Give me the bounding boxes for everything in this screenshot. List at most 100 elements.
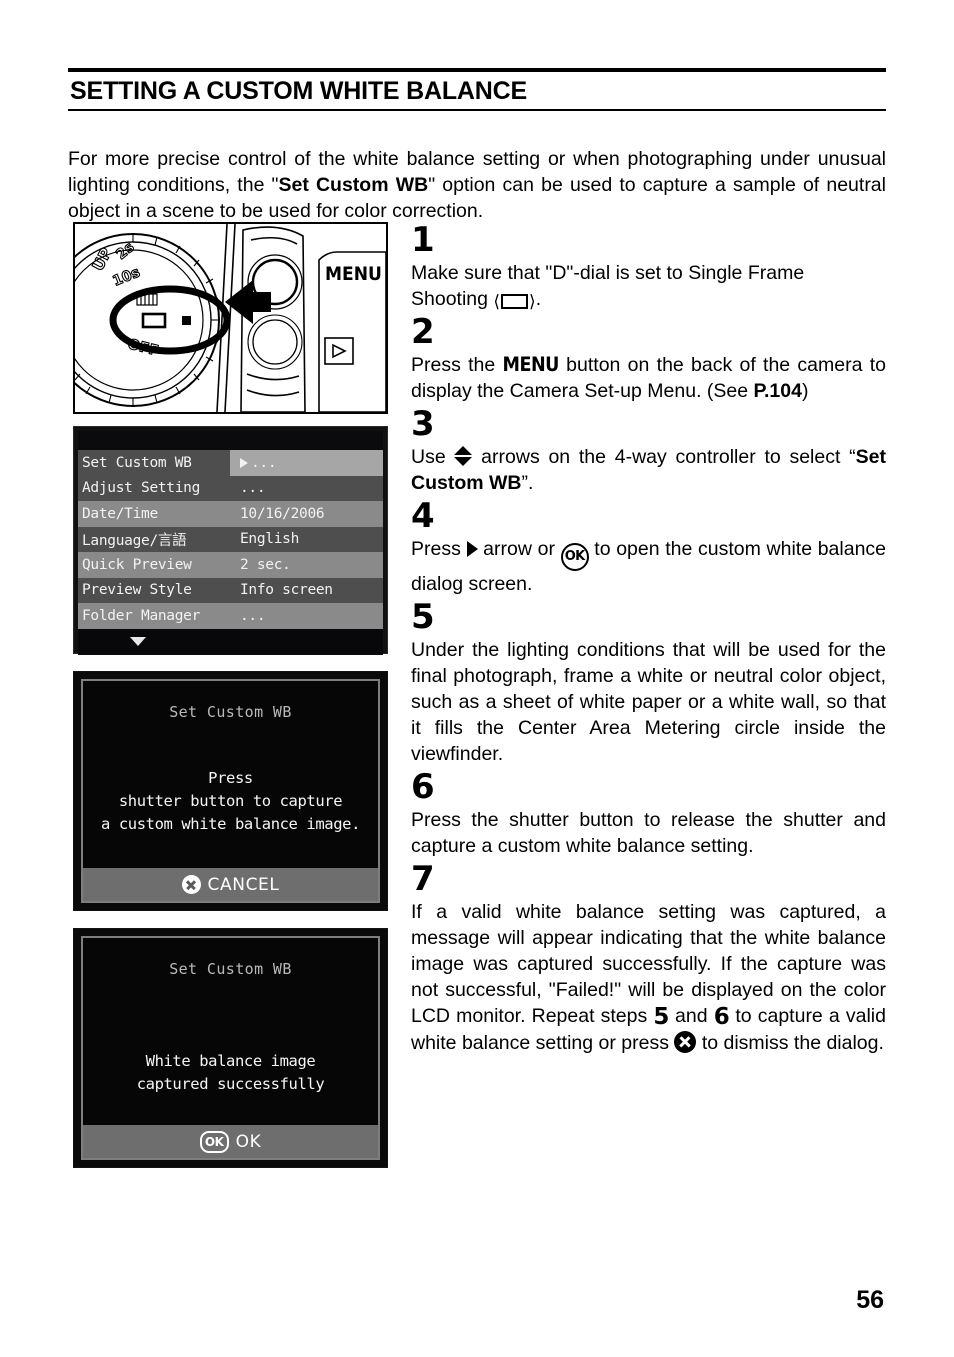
menu-row-quick-preview[interactable]: Quick Preview 2 sec. (78, 552, 383, 578)
cancel-x-icon (181, 875, 201, 894)
dialog-message-line3: a custom white balance image. (100, 815, 361, 833)
step-2-text-c: ) (801, 380, 809, 402)
menu-label: Quick Preview (78, 552, 230, 578)
submenu-arrow-icon (240, 457, 248, 468)
dialog-title: Set Custom WB (169, 960, 292, 978)
dialog-message-line2: shutter button to capture (118, 792, 343, 810)
dialog-message-line2: captured successfully (136, 1075, 325, 1093)
menu-value: ... (230, 475, 383, 501)
menu-row-preview-style[interactable]: Preview Style Info screen (78, 577, 383, 603)
step-5-text: Under the lighting conditions that will … (411, 638, 886, 765)
svg-text:UP: UP (89, 245, 116, 274)
dialog-frame: Set Custom WB White balance image captur… (81, 936, 380, 1160)
step-7: 7 If a valid white balance setting was c… (411, 861, 886, 1056)
step-3-text-c: ”. (521, 472, 534, 494)
page-reference: P.104 (753, 380, 802, 402)
step-2-number: 2 (411, 312, 435, 352)
dialog-ok-button[interactable]: OK OK (83, 1125, 378, 1158)
step-5: 5 Under the lighting conditions that wil… (411, 599, 886, 767)
step-4-text: Press arrow or OK to open the custom whi… (411, 536, 886, 597)
dialog-message-line1: Press (208, 769, 253, 787)
step-4-text-b: arrow or (477, 538, 561, 560)
menu-row-date-time[interactable]: Date/Time 10/16/2006 (78, 501, 383, 527)
menu-row-set-custom-wb[interactable]: Set Custom WB ... (78, 450, 383, 476)
single-frame-shooting-icon: ⟨ ⟩ (493, 292, 536, 311)
dialog-message: White balance image captured successfull… (83, 978, 378, 1125)
menu-label: Preview Style (78, 577, 230, 603)
step-4-text-a: Press (411, 538, 467, 560)
right-arrow-icon (466, 541, 478, 557)
step-3-text-b: arrows on the 4-way controller to select… (472, 446, 856, 468)
menu-value: Info screen (230, 577, 383, 603)
svg-text:MENU: MENU (325, 263, 382, 285)
step-4-number: 4 (411, 496, 435, 536)
menu-value: 10/16/2006 (230, 501, 383, 527)
figure-column: UP 2s 10s OFF MENU Set Custom WB ... Adj… (73, 222, 388, 1168)
dialog-message-line1: White balance image (145, 1052, 316, 1070)
step-1-number: 1 (411, 220, 435, 260)
step-1: 1 Make sure that "D"-dial is set to Sing… (411, 222, 886, 312)
chevron-down-icon (130, 637, 146, 646)
step-7-text-b: and (668, 1004, 714, 1027)
menu-value: 2 sec. (230, 552, 383, 578)
menu-value-text: ... (251, 454, 277, 471)
page-title: SETTING A CUSTOM WHITE BALANCE (70, 77, 527, 105)
step-1-text: Make sure that "D"-dial is set to Single… (411, 260, 886, 312)
step-1-text-a: Make sure that "D"-dial is set to Single… (411, 262, 805, 310)
menu-row-language[interactable]: Language/言語 English (78, 526, 383, 552)
step-7-text-d: to dismiss the dialog. (696, 1031, 884, 1054)
menu-row-adjust-setting[interactable]: Adjust Setting ... (78, 475, 383, 501)
menu-label: Adjust Setting (78, 475, 230, 501)
menu-value: ... (230, 450, 383, 476)
step-3-text-a: Use (411, 446, 455, 468)
dialog-frame: Set Custom WB Press shutter button to ca… (81, 679, 380, 903)
step-6: 6 Press the shutter button to release th… (411, 769, 886, 859)
camera-setup-menu-screen: Set Custom WB ... Adjust Setting ... Dat… (73, 426, 388, 655)
dialog-cancel-label: CANCEL (207, 874, 280, 895)
step-3-text: Use arrows on the 4-way controller to se… (411, 444, 886, 496)
ok-button-icon: OK (560, 542, 589, 571)
svg-text:2s: 2s (113, 239, 137, 263)
menu-value: ... (230, 603, 383, 629)
step-7-text: If a valid white balance setting was cap… (411, 899, 886, 1056)
step-3-number: 3 (411, 404, 435, 444)
step-reference-6: 6 (713, 1003, 730, 1030)
step-5-number: 5 (411, 596, 435, 637)
step-4: 4 Press arrow or OK to open the custom w… (411, 498, 886, 597)
instruction-steps: 1 Make sure that "D"-dial is set to Sing… (411, 222, 886, 1058)
up-down-arrows-icon (454, 445, 473, 467)
camera-illustration-svg: UP 2s 10s OFF MENU (75, 224, 386, 412)
intro-bold-term: Set Custom WB (278, 173, 429, 196)
page-header: SETTING A CUSTOM WHITE BALANCE (68, 68, 886, 112)
custom-wb-success-dialog-screen: Set Custom WB White balance image captur… (73, 928, 388, 1168)
step-6-text: Press the shutter button to release the … (411, 808, 886, 857)
menu-value: English (230, 526, 383, 552)
intro-paragraph: For more precise control of the white ba… (68, 146, 886, 224)
menu-top-bar (78, 431, 383, 450)
menu-row-folder-manager[interactable]: Folder Manager ... (78, 603, 383, 629)
step-2-text-a: Press the (411, 354, 503, 376)
step-7-number: 7 (411, 858, 435, 899)
step-6-number: 6 (411, 766, 435, 807)
step-3: 3 Use arrows on the 4-way controller to … (411, 406, 886, 496)
menu-button-name: MENU (502, 353, 560, 376)
custom-wb-capture-dialog-screen: Set Custom WB Press shutter button to ca… (73, 671, 388, 911)
dialog-message: Press shutter button to capture a custom… (83, 721, 378, 868)
step-1-text-b: . (535, 288, 542, 310)
menu-label: Language/言語 (78, 526, 230, 552)
dialog-title: Set Custom WB (169, 703, 292, 721)
dismiss-x-icon (674, 1030, 697, 1053)
svg-text:10s: 10s (111, 264, 143, 289)
step-2-text: Press the MENU button on the back of the… (411, 352, 886, 404)
step-2: 2 Press the MENU button on the back of t… (411, 314, 886, 404)
menu-label: Date/Time (78, 501, 230, 527)
page-number: 56 (856, 1286, 884, 1314)
menu-scroll-down-bar[interactable] (78, 628, 383, 655)
menu-label: Folder Manager (78, 603, 230, 629)
dialog-ok-label: OK (235, 1131, 262, 1152)
ok-badge-icon: OK (199, 1130, 229, 1153)
step-reference-5: 5 (653, 1003, 669, 1030)
camera-illustration: UP 2s 10s OFF MENU (73, 222, 388, 414)
menu-label: Set Custom WB (78, 450, 230, 476)
dialog-cancel-button[interactable]: CANCEL (83, 868, 378, 901)
